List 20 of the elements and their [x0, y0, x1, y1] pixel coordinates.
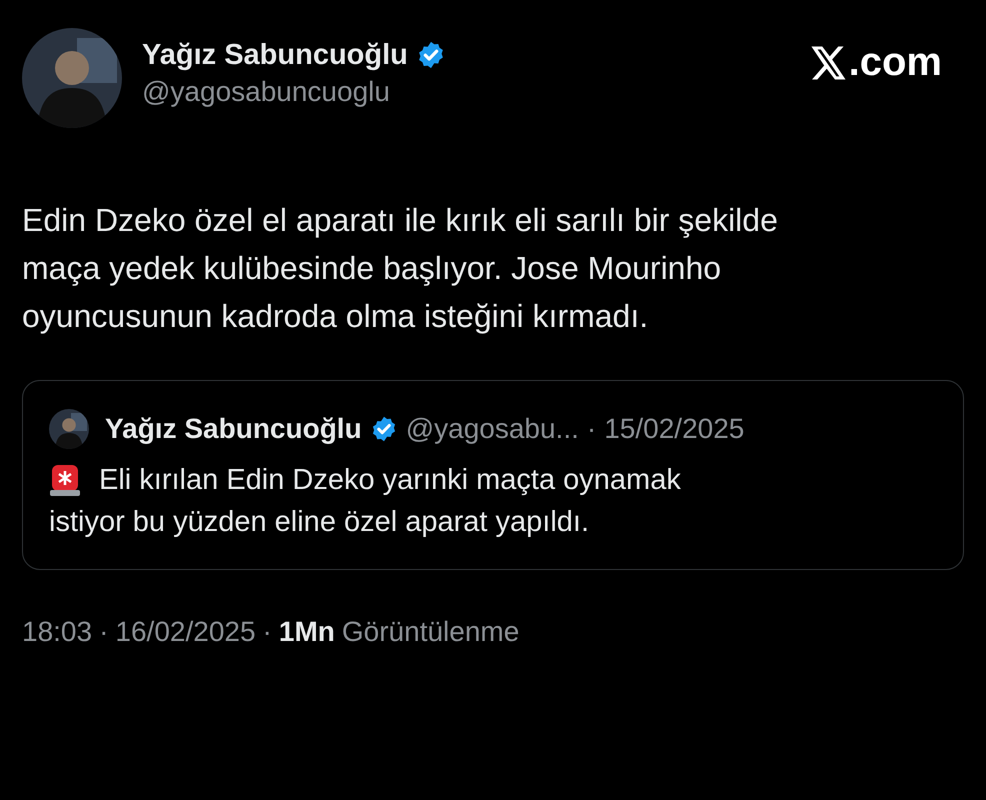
quoted-author-handle[interactable]: @yagosabu... — [406, 413, 579, 445]
author-handle[interactable]: @yagosabuncuoglu — [142, 76, 811, 108]
siren-icon — [49, 463, 81, 497]
views-label: Görüntülenme — [342, 616, 520, 648]
separator-dot: · — [99, 616, 108, 648]
tweet-date: 16/02/2025 — [115, 616, 256, 648]
separator-dot: · — [262, 616, 272, 648]
avatar[interactable] — [49, 409, 89, 449]
quoted-tweet-text-line: istiyor bu yüzden eline özel aparat yapıldı. — [49, 505, 590, 540]
tweet-time: 18:03 — [22, 616, 92, 648]
quoted-date: 15/02/2025 — [604, 413, 744, 445]
quoted-tweet-text-line: Eli kırılan Edin Dzeko yarınki maçta oynamak — [99, 463, 681, 498]
views-count: 1Mn — [278, 616, 335, 648]
author-name[interactable]: Yağız Sabuncuoğlu — [142, 38, 408, 72]
separator-dot: · — [586, 413, 596, 445]
quoted-tweet-card[interactable]: Yağız Sabuncuoğlu @yagosabu... · 15/02/2025 Eli kırılan Edin Dzeko yarınki maçta oynamak istiyor bu yüzden eline özel aparat yapıldı. — [22, 380, 964, 570]
quoted-author-name[interactable]: Yağız Sabuncuoğlu — [105, 413, 362, 445]
x-logo-icon — [810, 46, 847, 80]
source-label: .com — [848, 40, 942, 85]
tweet-text: Edin Dzeko özel el aparatı ile kırık eli sarılı bir şekilde maça yedek kulübesinde başlıyor. Jose Mourinho oyuncusunun kadroda olma isteğini kırmadı. — [22, 201, 779, 336]
